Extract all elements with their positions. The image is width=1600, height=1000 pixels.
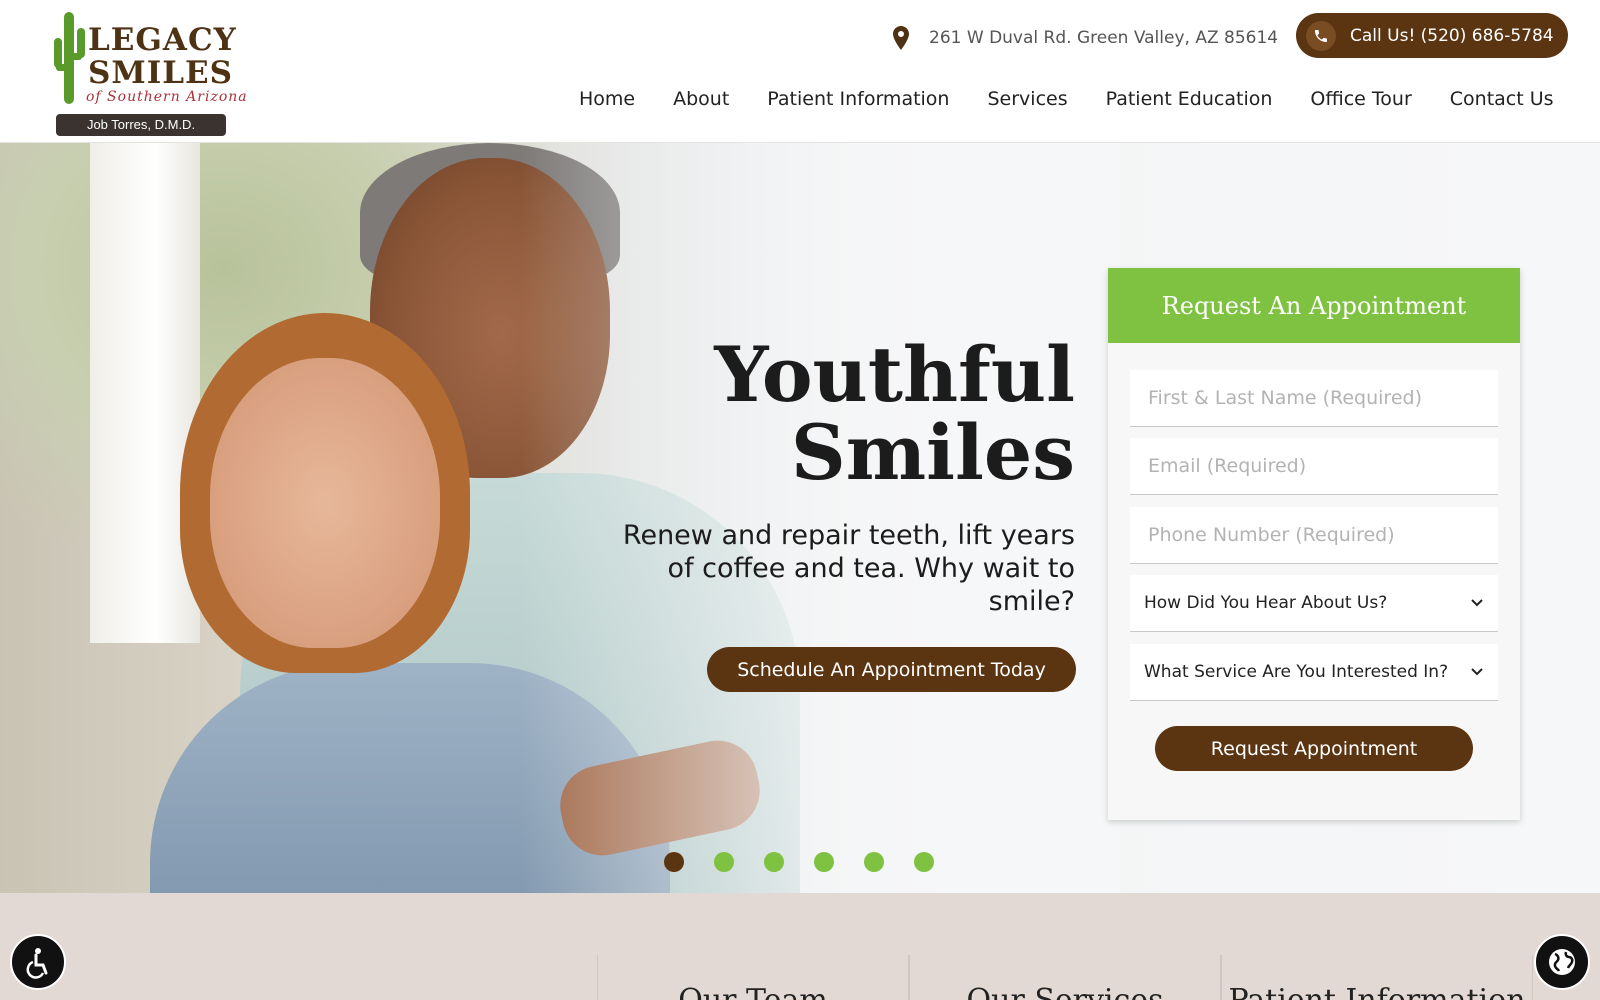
nav-patient-information[interactable]: Patient Information [767,88,949,110]
schedule-appointment-button[interactable]: Schedule An Appointment Today [707,647,1076,692]
hero-fade-overlay [520,143,1120,893]
featured-our-services-label: Our Services [910,983,1220,1000]
call-us-button[interactable]: Call Us! (520) 686-5784 [1296,13,1568,58]
nav-patient-education[interactable]: Patient Education [1106,88,1273,110]
nav-services[interactable]: Services [987,88,1067,110]
featured-patient-information-label: Patient Information [1222,983,1532,1000]
accessibility-button[interactable] [10,934,66,990]
appointment-form: Request An Appointment First & Last Name… [1108,268,1520,820]
language-button[interactable] [1534,934,1590,990]
name-field[interactable]: First & Last Name (Required) [1130,370,1498,427]
slider-dot-2[interactable] [714,852,734,872]
service-interest-select[interactable]: What Service Are You Interested In? [1130,644,1498,701]
nav-about[interactable]: About [673,88,729,110]
hero-slider: Youthful Smiles Renew and repair teeth, … [0,143,1600,893]
slider-dot-4[interactable] [814,852,834,872]
cactus-icon [54,12,85,104]
nav-office-tour[interactable]: Office Tour [1310,88,1411,110]
phone-icon [1306,20,1336,51]
service-interest-value: What Service Are You Interested In? [1144,662,1449,682]
hero-title-line2: Smiles [790,408,1075,497]
address-text: 261 W Duval Rd. Green Valley, AZ 85614 [929,28,1279,48]
site-header: LEGACY SMILES of Southern Arizona Job To… [0,0,1600,143]
slider-dot-5[interactable] [864,852,884,872]
chevron-down-icon [1471,668,1483,676]
appointment-form-title: Request An Appointment [1108,268,1520,343]
globe-icon [1549,949,1575,975]
hear-about-us-select[interactable]: How Did You Hear About Us? [1130,575,1498,632]
nav-contact-us[interactable]: Contact Us [1450,88,1554,110]
hero-title: Youthful Smiles [714,336,1075,492]
slider-dot-1[interactable] [664,852,684,872]
call-us-label: Call Us! (520) 686-5784 [1350,25,1554,46]
featured-links-section: Our Team Our Services Patient Informatio… [0,893,1600,1000]
chevron-down-icon [1471,599,1483,607]
location-pin-icon [893,26,909,50]
slider-dots [664,852,964,872]
logo-doctor-name: Job Torres, D.M.D. [56,114,226,136]
hero-title-line1: Youthful [714,330,1075,419]
featured-our-team-label: Our Team [598,983,908,1000]
accessibility-icon [26,948,48,979]
hero-woman-face [210,358,440,648]
request-appointment-button[interactable]: Request Appointment [1155,726,1473,771]
logo-word-legacy: LEGACY [88,22,237,58]
site-logo[interactable]: LEGACY SMILES of Southern Arizona Job To… [50,8,247,136]
slider-dot-3[interactable] [764,852,784,872]
slider-dot-6[interactable] [914,852,934,872]
hero-subtitle: Renew and repair teeth, lift years of co… [622,520,1075,617]
featured-our-team[interactable]: Our Team [597,955,909,1000]
email-field[interactable]: Email (Required) [1130,438,1498,495]
logo-tagline: of Southern Arizona [86,89,248,105]
featured-our-services[interactable]: Our Services [909,955,1221,1000]
address-link[interactable]: 261 W Duval Rd. Green Valley, AZ 85614 [893,24,1278,52]
main-nav: Home About Patient Information Services … [560,88,1573,110]
logo-word-smiles: SMILES [88,55,234,91]
hear-about-us-value: How Did You Hear About Us? [1144,593,1388,613]
featured-patient-information[interactable]: Patient Information [1221,955,1533,1000]
nav-home[interactable]: Home [579,88,635,110]
phone-field[interactable]: Phone Number (Required) [1130,507,1498,564]
